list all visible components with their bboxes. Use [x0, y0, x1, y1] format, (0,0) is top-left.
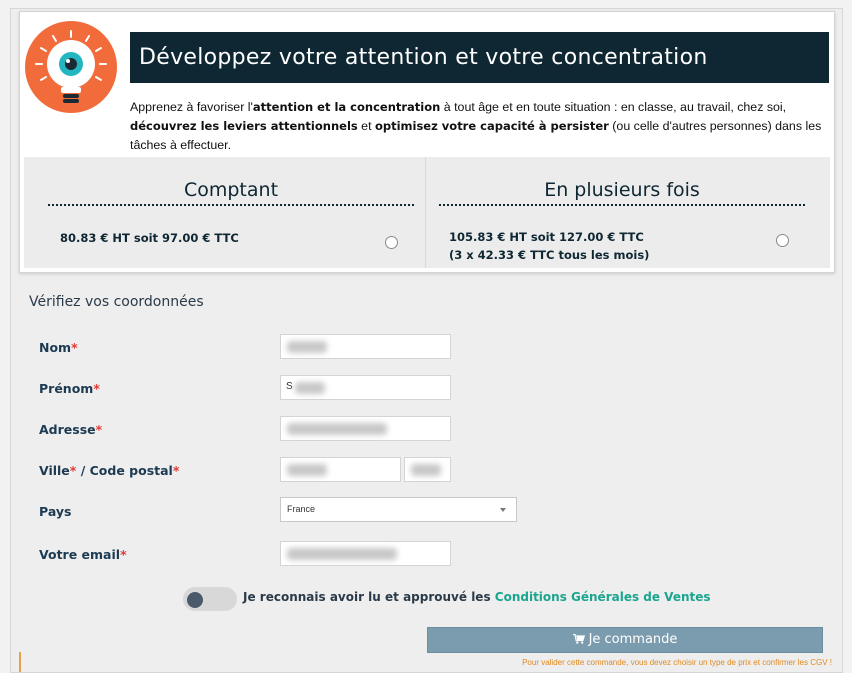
order-warning: Pour valider cette commande, vous devez … [522, 658, 832, 667]
page-title: Développez votre attention et votre conc… [130, 32, 829, 83]
eye-lightbulb-icon [25, 21, 117, 113]
cart-icon [572, 629, 585, 644]
pricing-options: Comptant 80.83 € HT soit 97.00 € TTC En … [24, 157, 830, 268]
page-container: Développez votre attention et votre conc… [10, 8, 843, 673]
order-button[interactable]: Je commande [427, 627, 823, 653]
nom-field[interactable] [280, 334, 451, 359]
chevron-down-icon [500, 508, 506, 512]
code-postal-field[interactable] [404, 457, 451, 482]
price-amount-line: 105.83 € HT soit 127.00 € TTC [449, 230, 644, 244]
label-nom: Nom* [39, 340, 78, 355]
price-option-title: Comptant [48, 179, 414, 206]
form-title: Vérifiez vos coordonnées [29, 294, 204, 310]
order-button-label: Je commande [588, 632, 678, 647]
price-amount: 80.83 € HT soit 97.00 € TTC [60, 231, 239, 245]
toggle-knob [187, 592, 203, 608]
label-adresse: Adresse* [39, 422, 103, 437]
price-amount: 105.83 € HT soit 127.00 € TTC (3 x 42.33… [449, 228, 649, 264]
cgv-statement: Je reconnais avoir lu et approuvé les Co… [243, 590, 711, 604]
cgv-toggle[interactable] [183, 587, 237, 611]
email-field[interactable] [280, 541, 451, 566]
pays-select-value: France [287, 504, 316, 514]
pays-select[interactable]: France [280, 497, 517, 522]
price-installment-line: (3 x 42.33 € TTC tous les mois) [449, 248, 650, 262]
product-description: Apprenez à favoriser l'attention et la c… [130, 100, 822, 152]
prenom-field[interactable]: S [280, 375, 451, 400]
label-prenom: Prénom* [39, 381, 100, 396]
label-ville-code-postal: Ville* / Code postal* [39, 463, 180, 478]
warning-marker [19, 652, 21, 672]
price-option-installments[interactable]: En plusieurs fois 105.83 € HT soit 127.0… [427, 157, 830, 268]
price-option-title: En plusieurs fois [439, 179, 805, 206]
adresse-field[interactable] [280, 416, 451, 441]
product-card: Développez votre attention et votre conc… [19, 11, 835, 273]
ville-field[interactable] [280, 457, 401, 482]
price-option-cash[interactable]: Comptant 80.83 € HT soit 97.00 € TTC [24, 157, 426, 268]
cgv-link[interactable]: Conditions Générales de Ventes [495, 590, 711, 604]
price-cash-radio[interactable] [385, 236, 398, 249]
label-pays: Pays [39, 504, 72, 519]
label-email: Votre email* [39, 547, 127, 562]
price-installments-radio[interactable] [776, 234, 789, 247]
